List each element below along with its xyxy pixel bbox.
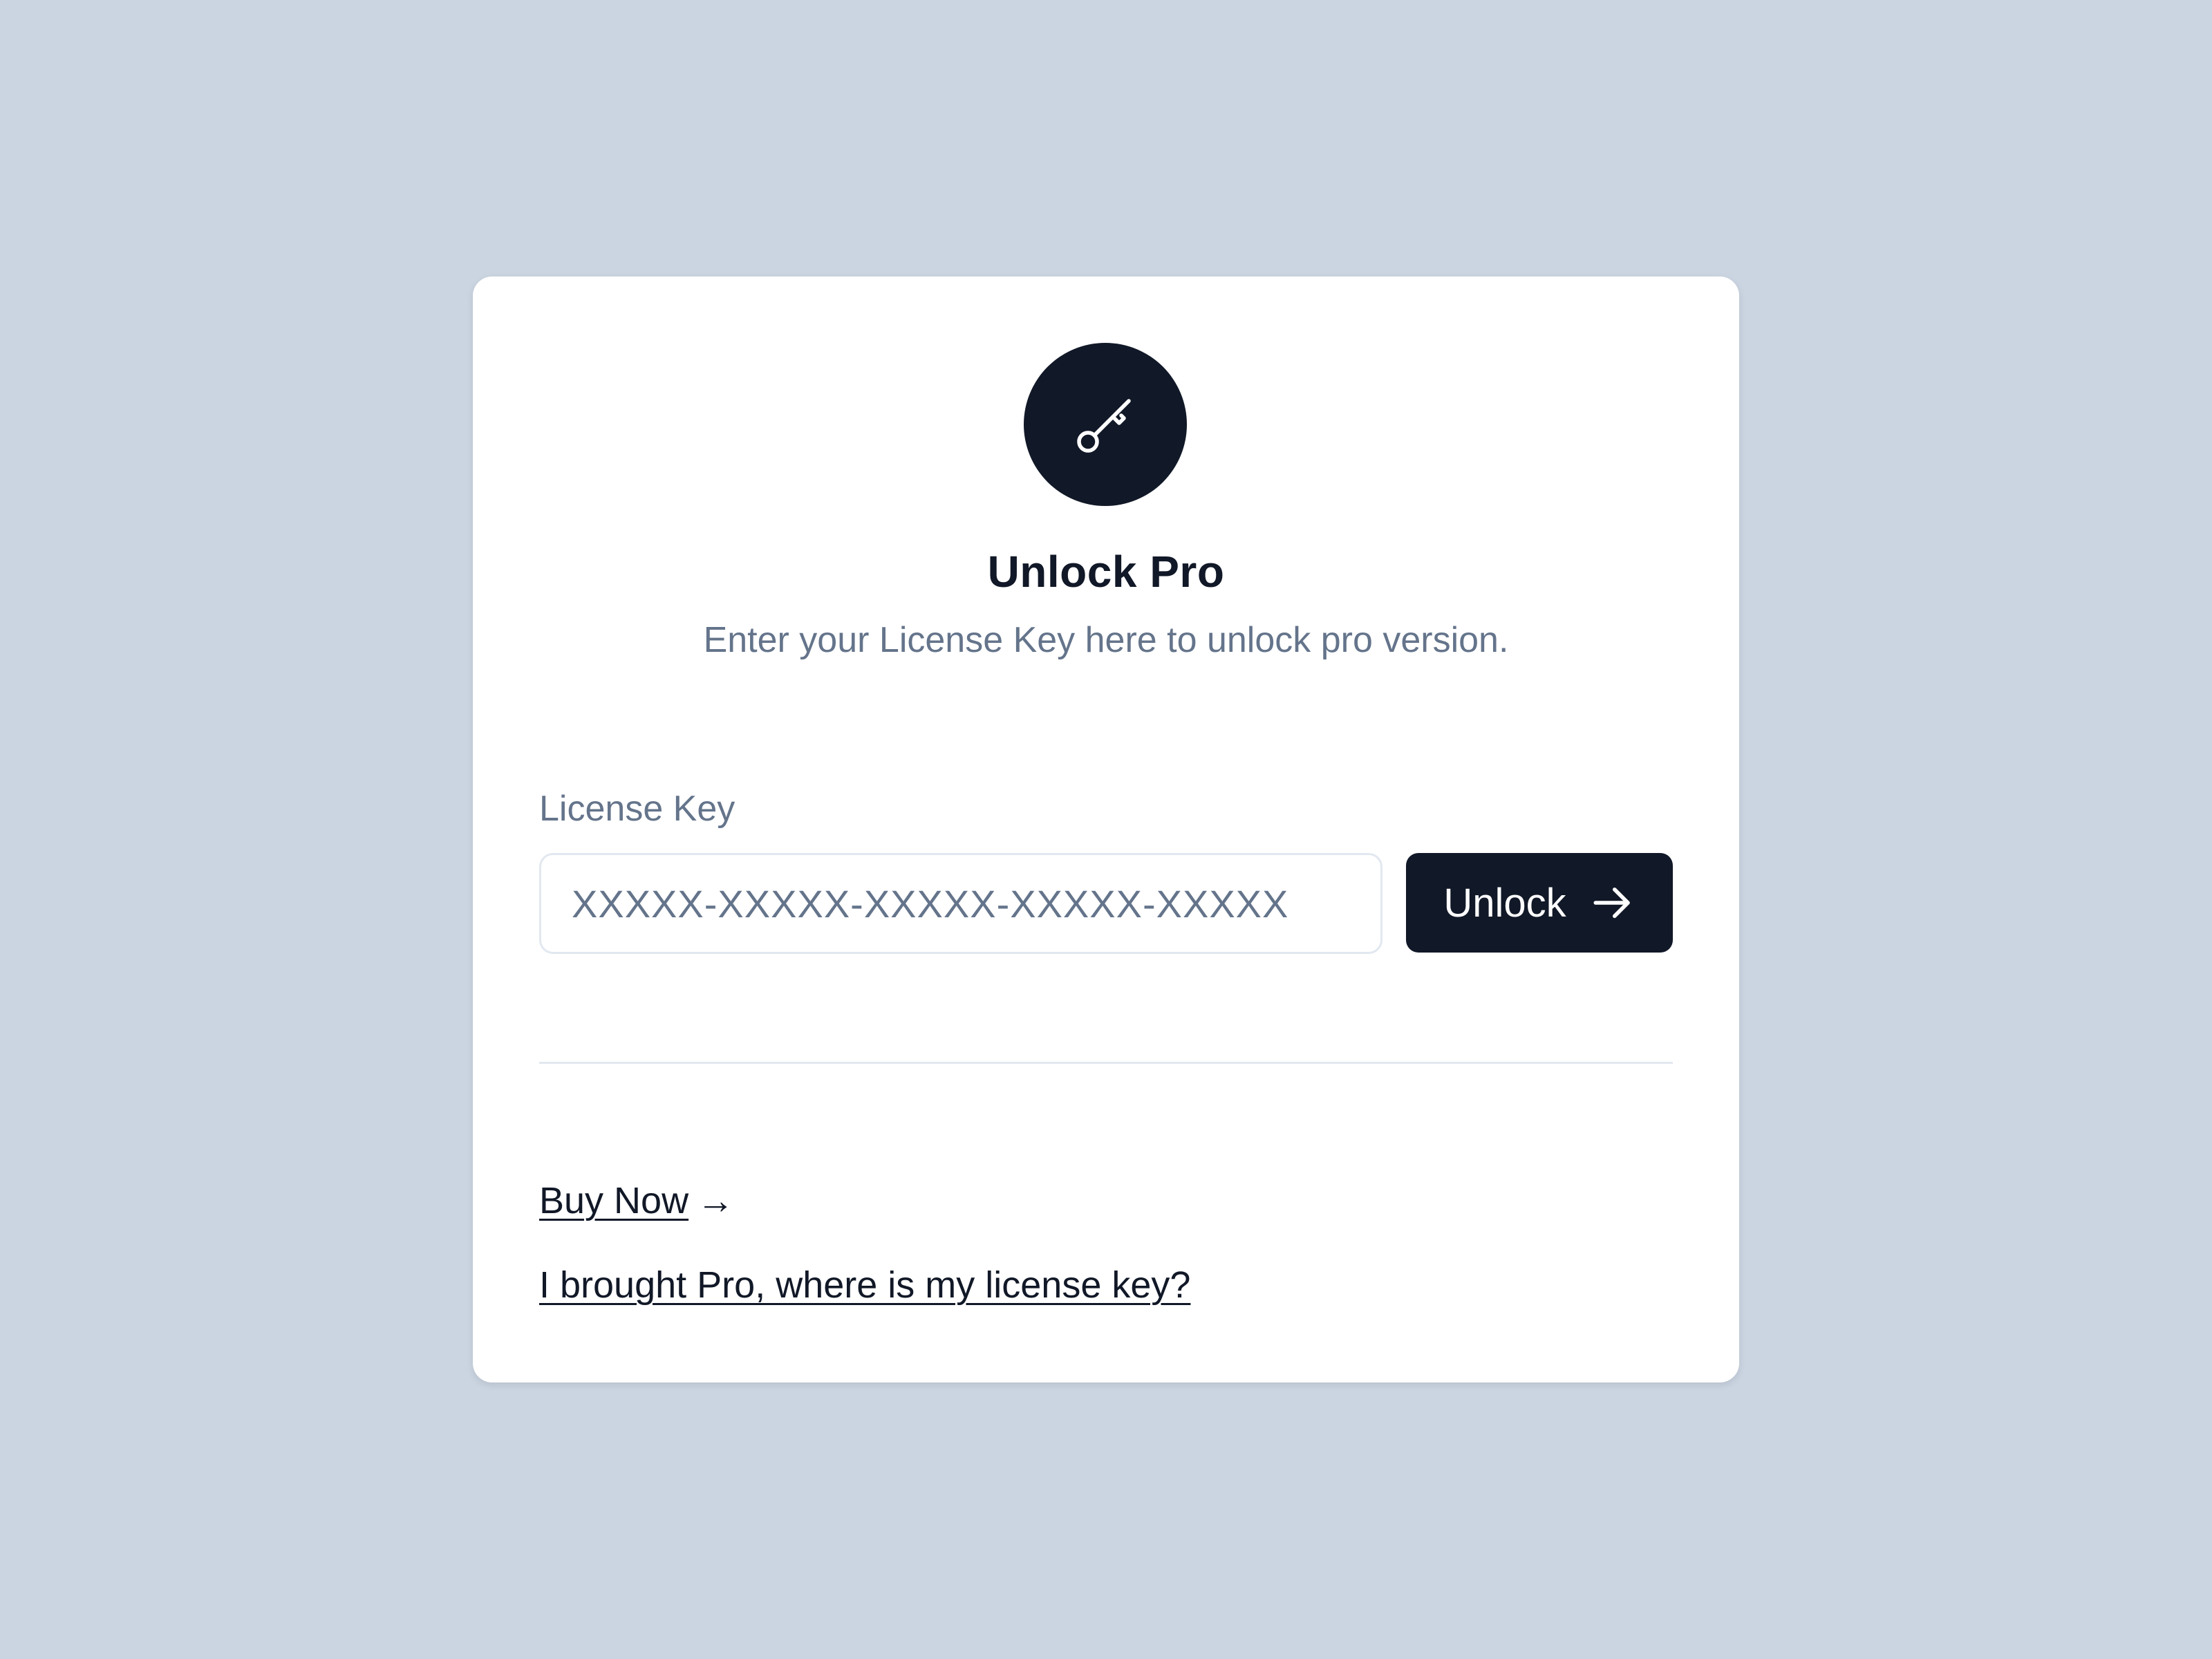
- section-divider: [539, 1062, 1673, 1064]
- dialog-title: Unlock Pro: [987, 547, 1225, 597]
- arrow-right-icon: [1593, 888, 1630, 918]
- license-key-label: License Key: [539, 789, 735, 829]
- key-icon-badge: [1024, 343, 1187, 506]
- buy-now-link[interactable]: Buy Now →: [539, 1179, 734, 1222]
- arrow-right-icon: →: [697, 1180, 735, 1221]
- dialog-subtitle: Enter your License Key here to unlock pr…: [703, 620, 1509, 660]
- key-icon: [1077, 399, 1131, 453]
- buy-now-label: Buy Now: [539, 1180, 689, 1221]
- unlock-button-label: Unlock: [1443, 880, 1566, 926]
- license-key-input[interactable]: [539, 853, 1382, 954]
- where-is-license-key-link[interactable]: I brought Pro, where is my license key?: [539, 1264, 1190, 1306]
- unlock-button[interactable]: Unlock: [1406, 853, 1673, 953]
- unlock-pro-card: Unlock Pro Enter your License Key here t…: [473, 276, 1739, 1382]
